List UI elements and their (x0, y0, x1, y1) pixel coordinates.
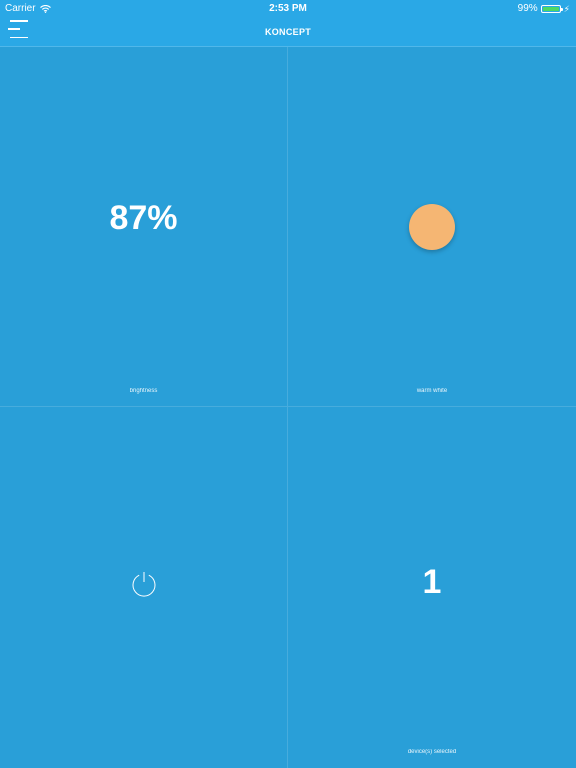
color-tile[interactable]: warm white (288, 47, 576, 407)
devices-tile[interactable]: 1 device(s) selected (288, 407, 576, 768)
charging-icon: ⚡ (563, 4, 570, 14)
device-count: 1 (422, 563, 442, 601)
battery-icon (540, 5, 563, 13)
nav-bar: KONCEPT (0, 18, 576, 46)
color-label: warm white (416, 388, 448, 394)
brightness-label: brightness (129, 388, 158, 394)
top-bar: Carrier 2:53 PM 99% ⚡ KONCEPT (0, 0, 576, 47)
brightness-tile[interactable]: 87% brightness (0, 47, 288, 407)
power-tile[interactable] (0, 407, 288, 768)
battery-percent: 99% (517, 3, 538, 14)
devices-label: device(s) selected (407, 749, 457, 755)
status-time: 2:53 PM (269, 3, 307, 14)
status-bar: Carrier 2:53 PM 99% ⚡ (0, 0, 576, 18)
color-swatch[interactable] (409, 204, 455, 250)
nav-title: KONCEPT (264, 27, 312, 37)
battery-fill (542, 7, 559, 11)
power-icon[interactable] (130, 570, 158, 598)
brightness-value: 87% (109, 199, 178, 237)
menu-line (10, 20, 28, 22)
control-grid: 87% brightness warm white 1 device(s) se… (0, 47, 576, 768)
status-right: 99% ⚡ (518, 0, 570, 18)
